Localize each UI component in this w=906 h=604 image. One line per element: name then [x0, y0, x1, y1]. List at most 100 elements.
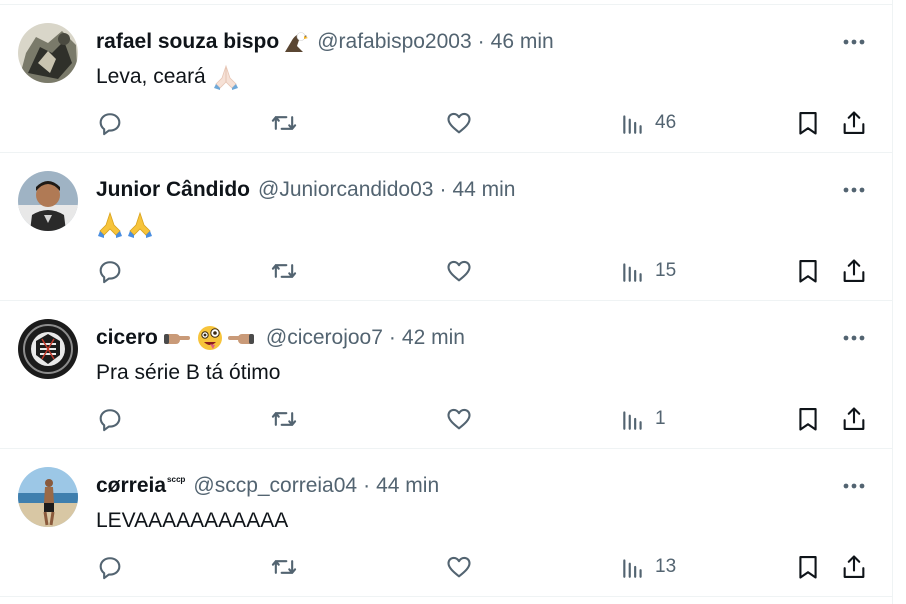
tweet-item[interactable]: Junior Cândido @Juniorcandido03 · 44 min — [0, 153, 893, 301]
reply-button[interactable] — [96, 399, 124, 439]
retweet-button[interactable] — [270, 103, 298, 143]
author-handle[interactable]: @cicerojoo7 — [266, 326, 383, 350]
folded-hands-icon — [212, 64, 240, 90]
separator-dot: · — [477, 30, 485, 53]
more-options-icon[interactable] — [838, 327, 870, 349]
tweet-header: rafael souza bispo @rafabispo2003 · 46 m… — [96, 27, 554, 57]
author-handle[interactable]: @rafabispo2003 — [317, 30, 471, 54]
tweet-text-content: LEVAAAAAAAAAAA — [96, 509, 289, 532]
views-button[interactable]: 1 — [620, 399, 666, 439]
heart-icon — [447, 556, 471, 578]
action-bar: 46 — [0, 103, 893, 143]
bookmark-button[interactable] — [794, 399, 822, 439]
heart-icon — [447, 408, 471, 430]
view-count: 46 — [655, 112, 677, 133]
tweet-header: cørreia ˢᶜᶜᵖ @sccp_correia04 · 44 min — [96, 471, 439, 501]
author-name[interactable]: Junior Cândido — [96, 178, 250, 202]
retweet-button[interactable] — [270, 399, 298, 439]
share-button[interactable] — [840, 547, 868, 587]
tweet-text-content: Leva, ceará — [96, 65, 206, 88]
tweet-text: Leva, ceará — [96, 62, 240, 92]
share-button[interactable] — [840, 399, 868, 439]
bookmark-button[interactable] — [794, 547, 822, 587]
share-button[interactable] — [840, 251, 868, 291]
author-name[interactable]: cicero — [96, 326, 158, 350]
pointing-emoji-icon — [162, 324, 258, 352]
bookmark-icon — [799, 112, 817, 135]
like-button[interactable] — [445, 103, 473, 143]
avatar[interactable] — [18, 467, 78, 527]
retweet-icon — [271, 412, 297, 426]
separator-dot: · — [363, 474, 371, 497]
share-button[interactable] — [840, 103, 868, 143]
bookmark-icon — [799, 260, 817, 283]
bookmark-button[interactable] — [794, 251, 822, 291]
timestamp[interactable]: 44 min — [452, 178, 515, 202]
bookmark-button[interactable] — [794, 103, 822, 143]
retweet-button[interactable] — [270, 547, 298, 587]
author-name-suffix: ˢᶜᶜᵖ — [167, 474, 186, 488]
analytics-icon — [623, 559, 642, 578]
tweet-header: Junior Cândido @Juniorcandido03 · 44 min — [96, 175, 515, 205]
like-button[interactable] — [445, 547, 473, 587]
tweet-item[interactable]: cicero @cicerojoo7 · 42 min Pra série B … — [0, 301, 893, 449]
avatar[interactable] — [18, 319, 78, 379]
heart-icon — [447, 112, 471, 134]
reply-button[interactable] — [96, 103, 124, 143]
eagle-icon — [283, 30, 309, 54]
retweet-icon — [271, 560, 297, 574]
heart-icon — [447, 260, 471, 282]
like-button[interactable] — [445, 399, 473, 439]
more-options-icon[interactable] — [838, 179, 870, 201]
analytics-icon — [623, 411, 642, 430]
avatar[interactable] — [18, 23, 78, 83]
more-options-icon[interactable] — [838, 475, 870, 497]
reply-icon — [99, 113, 121, 136]
share-icon — [843, 111, 865, 134]
reply-button[interactable] — [96, 547, 124, 587]
tweet-text-content: Pra série B tá ótimo — [96, 361, 281, 384]
views-button[interactable]: 15 — [620, 251, 676, 291]
share-icon — [843, 555, 865, 578]
tweet-text — [96, 210, 154, 240]
share-icon — [843, 259, 865, 282]
avatar[interactable] — [18, 171, 78, 231]
views-button[interactable]: 13 — [620, 547, 676, 587]
separator-dot: · — [439, 178, 447, 201]
action-bar: 1 — [0, 399, 893, 439]
reply-feed: rafael souza bispo @rafabispo2003 · 46 m… — [0, 0, 893, 604]
tweet-text: LEVAAAAAAAAAAA — [96, 506, 288, 536]
author-name[interactable]: rafael souza bispo — [96, 30, 279, 54]
more-options-icon[interactable] — [838, 31, 870, 53]
timestamp[interactable]: 46 min — [491, 30, 554, 54]
retweet-icon — [271, 264, 297, 278]
reply-button[interactable] — [96, 251, 124, 291]
tweet-text: Pra série B tá ótimo — [96, 358, 280, 388]
action-bar: 13 — [0, 547, 893, 587]
separator-dot: · — [388, 326, 396, 349]
share-icon — [843, 407, 865, 430]
author-name[interactable]: cørreia — [96, 474, 166, 498]
bookmark-icon — [799, 408, 817, 431]
timestamp[interactable]: 42 min — [402, 326, 465, 350]
tweet-item[interactable]: rafael souza bispo @rafabispo2003 · 46 m… — [0, 5, 893, 153]
view-count: 15 — [655, 260, 677, 281]
analytics-icon — [623, 263, 642, 282]
bookmark-icon — [799, 556, 817, 579]
author-handle[interactable]: @Juniorcandido03 — [258, 178, 433, 202]
author-handle[interactable]: @sccp_correia04 — [193, 474, 357, 498]
analytics-icon — [623, 115, 642, 134]
like-button[interactable] — [445, 251, 473, 291]
views-button[interactable]: 46 — [620, 103, 676, 143]
timestamp[interactable]: 44 min — [376, 474, 439, 498]
view-count: 13 — [655, 556, 677, 577]
reply-icon — [99, 409, 121, 432]
view-count: 1 — [655, 408, 666, 429]
reply-icon — [99, 261, 121, 284]
retweet-button[interactable] — [270, 251, 298, 291]
tweet-header: cicero @cicerojoo7 · 42 min — [96, 323, 465, 353]
reply-icon — [99, 557, 121, 580]
action-bar: 15 — [0, 251, 893, 291]
retweet-icon — [271, 116, 297, 130]
tweet-item[interactable]: cørreia ˢᶜᶜᵖ @sccp_correia04 · 44 min LE… — [0, 449, 893, 597]
